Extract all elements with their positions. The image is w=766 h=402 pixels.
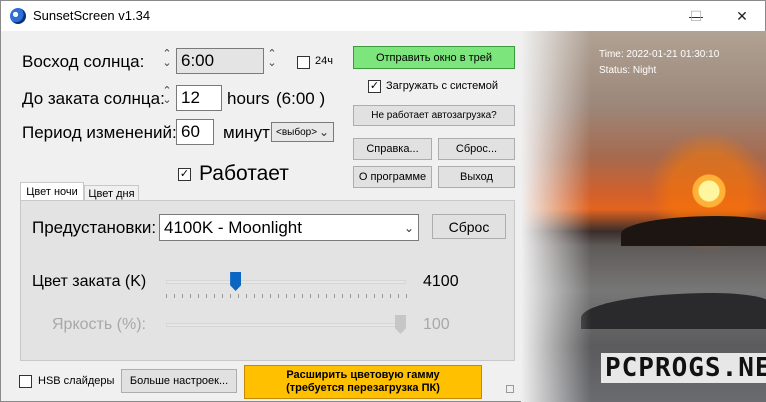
hill-silhouette: [621, 216, 766, 246]
tab-night-color[interactable]: Цвет ночи: [20, 182, 84, 201]
sunset-color-slider-ticks: [166, 294, 408, 298]
running-label: Работает: [199, 162, 289, 185]
sunset-color-slider-track[interactable]: [166, 280, 406, 284]
close-button[interactable]: ✕: [719, 1, 765, 31]
sunrise-time-field[interactable]: 6:00: [176, 48, 264, 74]
until-sunset-spinner[interactable]: ⌃ ⌄: [162, 86, 172, 106]
reset-top-button[interactable]: Сброс...: [438, 138, 515, 160]
resize-grip-icon[interactable]: [506, 385, 514, 393]
maximize-button[interactable]: ☐: [673, 1, 719, 31]
extend-gamut-line2: (требуется перезагрузка ПК): [286, 382, 440, 394]
status-time: Time: 2022-01-21 01:30:10: [599, 49, 720, 60]
brightness-label: Яркость (%):: [52, 316, 146, 333]
sunrise-spinner-left[interactable]: ⌃ ⌄: [162, 49, 172, 69]
image-fade: [521, 31, 591, 402]
hours-unit-label: hours: [227, 89, 270, 108]
sunrise-spinner-right[interactable]: ⌃ ⌄: [267, 49, 277, 69]
more-settings-button[interactable]: Больше настроек...: [121, 369, 237, 393]
load-with-system-checkbox[interactable]: ✓: [368, 80, 381, 93]
chevron-down-icon: ⌄: [318, 125, 329, 139]
extend-gamut-button[interactable]: Расширить цветовую гамму (требуется пере…: [244, 365, 482, 399]
island-silhouette: [581, 293, 766, 329]
title-bar[interactable]: SunsetScreen v1.34 — ☐ ✕: [1, 1, 765, 31]
sunset-color-value: 4100: [423, 273, 459, 290]
presets-reset-button[interactable]: Сброс: [432, 214, 506, 239]
period-select[interactable]: <выбор> ⌄: [271, 122, 334, 142]
period-label: Период изменений:: [22, 123, 177, 142]
app-window: SunsetScreen v1.34 — ☐ ✕ Time: 2022-01-2…: [0, 0, 766, 402]
app-logo-icon: [10, 8, 26, 24]
sunrise-label: Восход солнца:: [22, 52, 145, 71]
sunset-color-label: Цвет заката (K): [32, 273, 147, 290]
window-title: SunsetScreen v1.34: [33, 8, 151, 23]
hsb-label: HSB слайдеры: [38, 375, 115, 387]
watermark-logo: PCPROGS.NET: [601, 353, 766, 383]
period-minutes-field[interactable]: 60: [176, 119, 214, 145]
presets-label: Предустановки:: [32, 218, 157, 237]
h24-label: 24ч: [315, 55, 333, 67]
brightness-slider-track[interactable]: [166, 323, 406, 327]
h24-checkbox[interactable]: [297, 56, 310, 69]
load-with-system-label: Загружать с системой: [386, 80, 499, 92]
about-button[interactable]: О программе: [353, 166, 432, 188]
exit-button[interactable]: Выход: [438, 166, 515, 188]
sunset-time-hint: (6:00 ): [276, 89, 326, 108]
running-checkbox[interactable]: ✓: [178, 168, 191, 181]
brightness-value: 100: [423, 316, 450, 333]
presets-select-value: 4100K - Moonlight: [164, 217, 302, 237]
hsb-checkbox[interactable]: [19, 375, 32, 388]
help-button[interactable]: Справка...: [353, 138, 432, 160]
send-to-tray-button[interactable]: Отправить окно в трей: [353, 46, 515, 69]
brightness-slider-thumb[interactable]: [395, 315, 406, 334]
autostart-broken-button[interactable]: Не работает автозагрузка?: [353, 105, 515, 126]
until-sunset-label: До заката солнца:: [22, 89, 165, 108]
period-select-value: <выбор>: [276, 126, 318, 138]
presets-select[interactable]: 4100K - Moonlight ⌄: [159, 214, 419, 241]
until-sunset-hours-field[interactable]: 12: [176, 85, 222, 111]
tab-day-color[interactable]: Цвет дня: [84, 185, 139, 201]
extend-gamut-line1: Расширить цветовую гамму: [286, 369, 440, 381]
chevron-down-icon: ⌄: [403, 220, 414, 235]
sunset-preview-image: Time: 2022-01-21 01:30:10 Status: Night: [521, 31, 766, 402]
sunset-color-slider-thumb[interactable]: [230, 272, 242, 291]
status-state: Status: Night: [599, 65, 657, 76]
night-color-panel: Предустановки: 4100K - Moonlight ⌄ Сброс…: [20, 200, 515, 361]
minutes-unit-label: минут: [223, 123, 270, 142]
